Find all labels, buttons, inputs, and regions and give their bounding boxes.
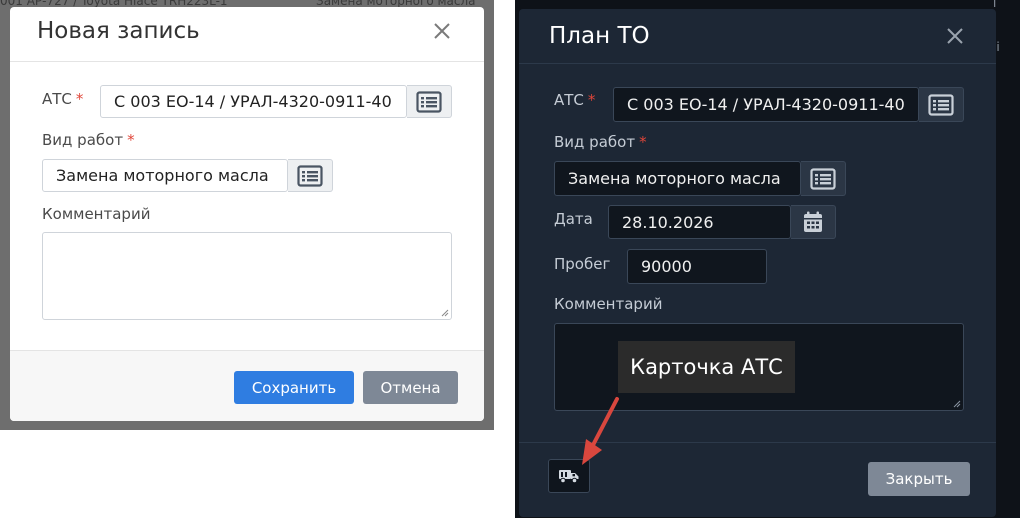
close-button[interactable]: Закрыть [868, 462, 970, 496]
resize-handle-icon[interactable] [953, 400, 961, 408]
mileage-field[interactable]: 90000 [627, 249, 767, 284]
ats-label-text: АТС [42, 90, 72, 108]
save-button[interactable]: Сохранить [234, 371, 354, 404]
mileage-label: Пробег [554, 255, 611, 273]
dialog-header: Новая запись [10, 7, 484, 62]
work-type-label: Вид работ * [554, 133, 647, 151]
required-mark: * [127, 131, 135, 149]
ats-label: АТС * [554, 91, 595, 109]
close-icon[interactable] [943, 24, 967, 48]
dialog-footer: Сохранить Отмена [10, 350, 484, 421]
work-type-select-button[interactable] [288, 159, 333, 192]
date-picker-button[interactable] [791, 205, 836, 239]
calendar-icon [804, 211, 822, 232]
required-mark: * [587, 91, 596, 109]
required-mark: * [639, 133, 647, 151]
work-type-field[interactable]: Замена моторного масла [554, 161, 801, 196]
work-type-field[interactable]: Замена моторного масла [42, 159, 288, 192]
work-type-select-button[interactable] [801, 161, 846, 196]
ats-label: АТС * [42, 90, 83, 108]
new-entry-dialog: Новая запись АТС * С 003 ЕО-14 / УРАЛ-432… [10, 7, 484, 421]
ats-select-button[interactable] [407, 85, 452, 118]
list-icon [416, 90, 442, 113]
work-type-label-text: Вид работ [554, 133, 636, 151]
vehicle-card-tooltip: Карточка АТС [618, 341, 795, 393]
comment-textarea[interactable] [42, 232, 452, 320]
list-icon [297, 164, 323, 187]
comment-label: Комментарий [42, 205, 151, 223]
list-icon [810, 167, 836, 190]
ats-field[interactable]: С 003 ЕО-14 / УРАЛ-4320-0911-40 [100, 85, 407, 118]
ats-select-button[interactable] [919, 87, 964, 122]
work-type-label: Вид работ * [42, 131, 135, 149]
cancel-button[interactable]: Отмена [363, 371, 458, 404]
dialog-title: Новая запись [37, 18, 200, 44]
date-label: Дата [554, 210, 593, 228]
resize-handle-icon[interactable] [441, 309, 449, 317]
close-icon[interactable] [430, 19, 454, 43]
screenshot-stage: 001 АР-727 / Toyota Hiace TRH223L-1 Заме… [0, 0, 1020, 524]
ats-label-text: АТС [554, 91, 584, 109]
list-icon [928, 93, 954, 116]
date-field[interactable]: 28.10.2026 [608, 205, 791, 239]
ats-field[interactable]: С 003 ЕО-14 / УРАЛ-4320-0911-40 [613, 87, 919, 122]
work-type-label-text: Вид работ [42, 131, 124, 149]
comment-label: Комментарий [554, 295, 663, 313]
annotation-arrow-icon [582, 397, 619, 465]
required-mark: * [75, 90, 84, 108]
truck-icon [559, 470, 579, 484]
dialog-title: План ТО [549, 23, 650, 49]
dialog-header: План ТО [519, 9, 996, 64]
